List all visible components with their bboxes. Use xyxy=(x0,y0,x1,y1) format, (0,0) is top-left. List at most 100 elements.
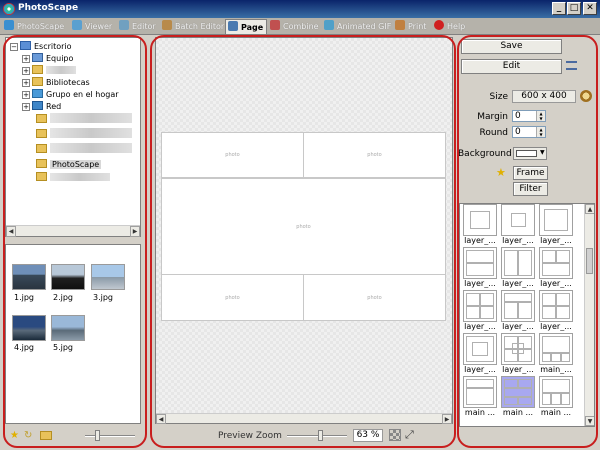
layout-thumbnail-selected[interactable] xyxy=(501,376,535,408)
thumbnail-size-slider-handle[interactable] xyxy=(95,430,100,441)
network-icon xyxy=(32,101,43,110)
scroll-up-icon[interactable]: ▲ xyxy=(585,204,594,214)
size-value[interactable]: 600 x 400 xyxy=(512,90,576,103)
tree-item-user[interactable]: + xyxy=(22,65,76,76)
stepper-arrows-icon[interactable]: ▲ ▼ xyxy=(536,127,545,137)
expand-icon[interactable]: + xyxy=(22,55,30,63)
thumbnail-image[interactable] xyxy=(51,264,85,290)
layout-label: main_... xyxy=(540,365,572,374)
scroll-left-icon[interactable]: ◀ xyxy=(156,414,166,424)
layout-thumbnail[interactable] xyxy=(539,290,573,322)
tree-item-escritorio[interactable]: − Escritorio xyxy=(10,41,72,52)
layout-cell-photo[interactable]: photo xyxy=(161,274,304,321)
layout-thumbnail[interactable] xyxy=(463,204,497,236)
tree-item-folder[interactable] xyxy=(36,113,132,124)
tab-animated-gif[interactable]: Animated GIF xyxy=(322,19,391,34)
tree-horizontal-scrollbar[interactable]: ◀ ▶ xyxy=(6,225,140,237)
preview-zoom-slider[interactable] xyxy=(287,435,347,437)
thumbnail-size-slider[interactable] xyxy=(85,435,135,437)
thumbnail-label: 5.jpg xyxy=(53,343,74,352)
layout-vertical-scrollbar[interactable]: ▲ ▼ xyxy=(584,204,594,426)
tab-help[interactable]: Help xyxy=(432,19,465,34)
scrollbar-thumb[interactable] xyxy=(586,248,593,274)
scroll-down-icon[interactable]: ▼ xyxy=(585,416,594,426)
filter-button[interactable]: Filter xyxy=(513,182,548,196)
minimize-button[interactable]: _ xyxy=(552,2,566,15)
round-stepper[interactable]: 0 ▲ ▼ xyxy=(512,126,546,138)
tree-item-folder[interactable] xyxy=(36,143,132,154)
user-folder-icon xyxy=(32,65,43,74)
tab-print[interactable]: Print xyxy=(393,19,426,34)
folder-tree[interactable]: − Escritorio + Equipo + + Bibliotecas + Grup… xyxy=(5,37,141,237)
background-color-picker[interactable]: ▼ xyxy=(513,147,547,160)
tab-batch-editor[interactable]: Batch Editor xyxy=(160,19,224,34)
thumbnail-image[interactable] xyxy=(12,315,46,341)
layout-thumbnail[interactable] xyxy=(463,376,497,408)
layout-cell-photo[interactable]: photo xyxy=(161,132,304,178)
maximize-button[interactable]: □ xyxy=(567,2,581,15)
scroll-right-icon[interactable]: ▶ xyxy=(442,414,452,424)
save-button[interactable]: Save xyxy=(461,39,562,54)
layout-cell-photo[interactable]: photo xyxy=(303,132,446,178)
layout-thumbnail[interactable] xyxy=(501,204,535,236)
tree-item-bibliotecas[interactable]: + Bibliotecas xyxy=(22,77,90,88)
tree-item-folder[interactable] xyxy=(36,172,110,183)
menu-lines-icon[interactable] xyxy=(566,61,577,70)
layout-thumbnail[interactable] xyxy=(539,376,573,408)
scroll-right-icon[interactable]: ▶ xyxy=(130,226,140,237)
tab-photoscape[interactable]: PhotoScape xyxy=(2,19,64,34)
scroll-left-icon[interactable]: ◀ xyxy=(6,226,16,237)
thumbnail-image[interactable] xyxy=(51,315,85,341)
page-preview-canvas[interactable]: photo photo photo photo photo ◀ ▶ xyxy=(155,37,453,424)
expand-icon[interactable]: + xyxy=(22,103,30,111)
expand-icon[interactable]: + xyxy=(22,67,30,75)
thumbnail-label: 4.jpg xyxy=(14,343,35,352)
fit-to-window-icon[interactable]: ⤢ xyxy=(405,428,414,442)
layout-thumbnail[interactable] xyxy=(501,290,535,322)
margin-stepper[interactable]: 0 ▲ ▼ xyxy=(512,110,546,122)
preview-horizontal-scrollbar[interactable]: ◀ ▶ xyxy=(156,413,452,424)
folder-icon xyxy=(36,159,47,168)
close-button[interactable]: ✕ xyxy=(583,2,597,15)
refresh-icon[interactable]: ↻ xyxy=(24,430,32,441)
edit-button[interactable]: Edit xyxy=(461,59,562,74)
tab-editor[interactable]: Editor xyxy=(117,19,156,34)
layout-thumbnail[interactable] xyxy=(501,247,535,279)
size-settings-icon[interactable] xyxy=(580,90,592,102)
blurred-label xyxy=(50,128,132,138)
tree-item-folder[interactable] xyxy=(36,128,132,139)
thumbnail-grid[interactable]: 1.jpg 2.jpg 3.jpg 4.jpg 5.jpg xyxy=(5,244,141,424)
layout-thumbnail[interactable] xyxy=(539,247,573,279)
tree-item-photoscape[interactable]: PhotoScape xyxy=(36,159,102,170)
layout-thumbnail[interactable] xyxy=(463,290,497,322)
layout-thumbnail[interactable] xyxy=(463,333,497,365)
thumbnail-image[interactable] xyxy=(91,264,125,290)
transparency-toggle-icon[interactable] xyxy=(389,429,401,441)
collapse-icon[interactable]: − xyxy=(10,43,18,51)
tree-item-equipo[interactable]: + Equipo xyxy=(22,53,73,64)
thumbnail-label: 2.jpg xyxy=(53,293,74,302)
layout-thumbnail[interactable] xyxy=(501,333,535,365)
layout-cell-photo[interactable]: photo xyxy=(161,178,446,275)
thumbnail-image[interactable] xyxy=(12,264,46,290)
folder-icon xyxy=(36,129,47,138)
thumbnail-label: 3.jpg xyxy=(93,293,114,302)
stepper-arrows-icon[interactable]: ▲ ▼ xyxy=(536,111,545,121)
tab-page[interactable]: Page xyxy=(225,19,267,34)
tab-viewer[interactable]: Viewer xyxy=(70,19,112,34)
tab-combine[interactable]: Combine xyxy=(268,19,319,34)
tree-item-grupo-hogar[interactable]: + Grupo en el hogar xyxy=(22,89,119,100)
layout-template-grid[interactable]: layer_... layer_... layer_... layer_... … xyxy=(459,203,595,427)
tree-item-red[interactable]: + Red xyxy=(22,101,61,112)
open-folder-icon[interactable] xyxy=(40,431,52,440)
preview-zoom-slider-handle[interactable] xyxy=(318,430,323,441)
blurred-label xyxy=(46,66,76,74)
frame-button[interactable]: Frame xyxy=(513,166,548,180)
layout-thumbnail[interactable] xyxy=(539,333,573,365)
expand-icon[interactable]: + xyxy=(22,91,30,99)
layout-thumbnail[interactable] xyxy=(463,247,497,279)
favorite-star-icon[interactable]: ★ xyxy=(10,430,19,441)
layout-thumbnail[interactable] xyxy=(539,204,573,236)
layout-cell-photo[interactable]: photo xyxy=(303,274,446,321)
expand-icon[interactable]: + xyxy=(22,79,30,87)
